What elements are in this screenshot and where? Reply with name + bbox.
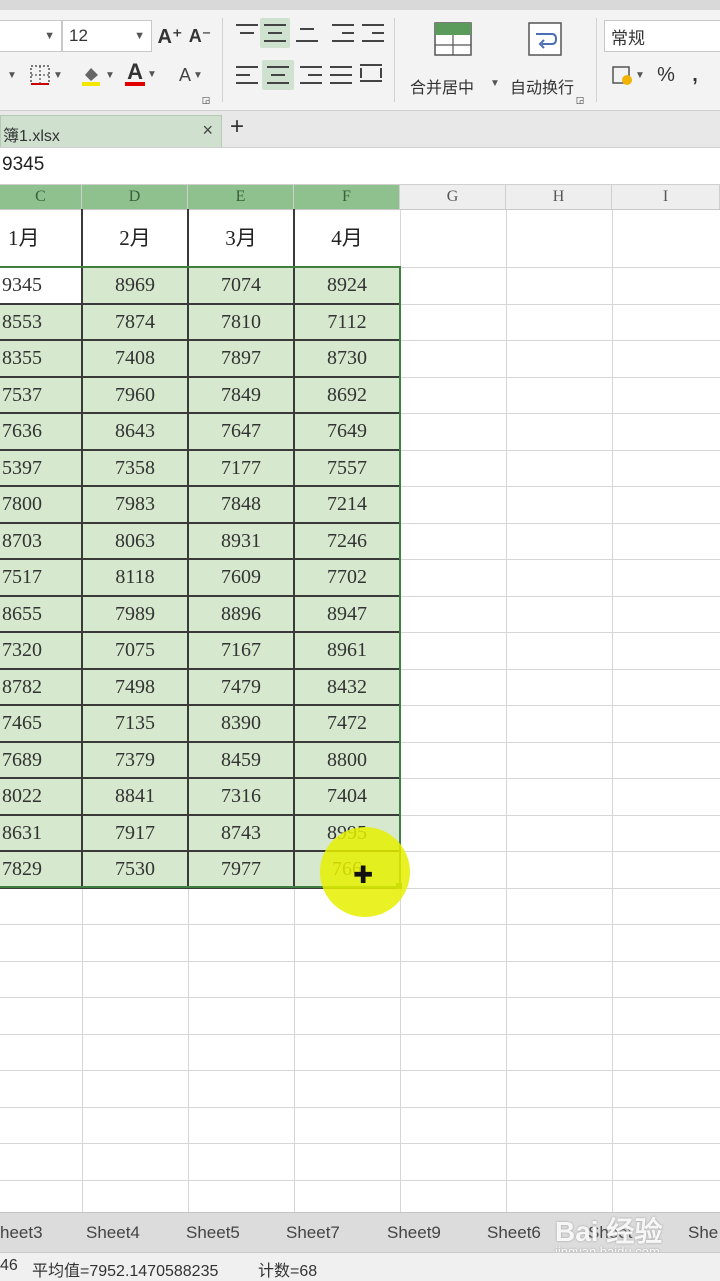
chevron-down-icon: ▼ [44, 30, 55, 42]
wrap-text-button[interactable]: 自动换行 [506, 18, 586, 102]
ribbon-separator [596, 18, 597, 102]
align-bottom-icon[interactable] [296, 28, 318, 42]
align-right-icon[interactable] [300, 66, 322, 84]
border-button[interactable]: ▼ [24, 60, 68, 90]
font-size-combo[interactable]: 12 ▼ [62, 20, 152, 52]
grow-font-button[interactable]: A⁺ [156, 22, 184, 50]
chevron-down-icon: ▼ [134, 30, 145, 42]
sheet-tab[interactable]: Sheet7 [286, 1213, 340, 1253]
file-tab[interactable]: 簿1.xlsx × [0, 115, 222, 147]
font-size-value: 12 [69, 26, 88, 45]
spreadsheet-grid[interactable]: CDEFGHI 1月 2月 3月 4月 9345 8969 7074 8924 8553 7874… [0, 185, 720, 1212]
gridline-horizontal [0, 1180, 720, 1181]
chevron-down-icon: ▼ [53, 69, 63, 81]
ribbon-separator [222, 18, 223, 102]
table-header-cell[interactable]: 2月 [82, 209, 188, 267]
comma-style-button[interactable]: , [684, 60, 706, 90]
gridline-horizontal [0, 1143, 720, 1144]
status-average: 平均值=7952.1470588235 [32, 1263, 219, 1280]
file-tab-name: 簿1.xlsx [3, 128, 60, 145]
distributed-icon[interactable] [360, 64, 382, 82]
red-bar-icon [125, 82, 146, 86]
shrink-font-button[interactable]: A⁻ [186, 22, 214, 50]
chevron-down-icon: ▼ [193, 69, 203, 81]
gridline-horizontal [0, 1034, 720, 1035]
table-header-cell[interactable]: 4月 [294, 209, 400, 267]
merge-center-label: 合并居中 [410, 80, 475, 97]
gridline-horizontal [0, 997, 720, 998]
status-count: 计数=68 [258, 1263, 318, 1280]
alignment-dialog-launcher[interactable]: ◲ [574, 94, 586, 106]
gridline-horizontal [0, 961, 720, 962]
ribbon-toolbar: ▼ 12 ▼ A⁺ A⁻ ▼ ▼ ▼ A ▼ A ▼ ◲ 合并居中 ▼ 自动换行… [0, 10, 720, 111]
document-tab-bar: 簿1.xlsx × + [0, 111, 720, 148]
chevron-down-icon: ▼ [490, 78, 500, 89]
paint-bucket-icon [82, 68, 101, 86]
column-header-row: CDEFGHI [0, 185, 720, 210]
number-format-value: 常规 [611, 28, 645, 48]
number-format-combo[interactable]: 常规 [604, 20, 720, 52]
clear-format-button[interactable]: A ▼ [170, 60, 212, 90]
chevron-down-icon: ▼ [635, 69, 645, 81]
ribbon-separator [394, 18, 395, 102]
gridline-horizontal [0, 1107, 720, 1108]
underline-dropdown-button[interactable]: ▼ [0, 60, 22, 90]
wrap-text-label: 自动换行 [510, 80, 575, 97]
column-header-f[interactable]: F [294, 185, 400, 209]
table-header-cell[interactable]: 3月 [188, 209, 294, 267]
increase-indent-icon[interactable] [362, 24, 384, 42]
status-sum: 46 [0, 1257, 18, 1274]
formula-bar-value: 9345 [2, 154, 45, 175]
column-header-e[interactable]: E [188, 185, 294, 209]
percent-button[interactable]: % [652, 60, 680, 90]
column-header-h[interactable]: H [506, 185, 612, 209]
status-bar: 46 平均值=7952.1470588235 计数=68 [0, 1252, 720, 1281]
align-middle-icon [264, 24, 286, 42]
gridline-horizontal [0, 1070, 720, 1071]
align-center-icon [267, 66, 289, 84]
font-color-letter: A [127, 59, 143, 84]
sheet-tab[interactable]: Sheet9 [387, 1213, 441, 1253]
wrap-text-icon [528, 22, 562, 56]
font-name-combo[interactable]: ▼ [0, 20, 62, 52]
align-center-button[interactable] [262, 60, 294, 90]
table-header-cell[interactable]: 1月 [0, 209, 82, 267]
merge-cells-icon [434, 22, 472, 56]
merge-center-button[interactable]: 合并居中 ▼ [404, 18, 500, 102]
column-header-c[interactable]: C [0, 185, 82, 209]
column-header-g[interactable]: G [400, 185, 506, 209]
border-grid-icon [30, 65, 50, 85]
sheet-tab[interactable]: Sheet6 [487, 1213, 541, 1253]
close-icon[interactable]: × [202, 120, 213, 141]
align-top-icon[interactable] [236, 24, 258, 42]
chevron-down-icon: ▼ [105, 69, 115, 81]
align-middle-button[interactable] [260, 18, 290, 48]
gridline-horizontal [0, 924, 720, 925]
selection-border [0, 266, 401, 888]
currency-icon [612, 66, 633, 85]
justify-icon[interactable] [330, 66, 352, 84]
column-header-d[interactable]: D [82, 185, 188, 209]
formula-bar[interactable]: 9345 [0, 148, 720, 185]
sheet-tab[interactable]: Sheet5 [186, 1213, 240, 1253]
new-tab-button[interactable]: + [230, 113, 244, 141]
fill-color-button[interactable]: ▼ [76, 60, 118, 90]
sheet-tab[interactable]: heet3 [0, 1213, 43, 1253]
column-header-i[interactable]: I [612, 185, 720, 209]
decrease-indent-icon[interactable] [332, 24, 354, 42]
cross-cursor-icon: ✚ [353, 862, 374, 889]
align-left-icon[interactable] [236, 66, 258, 84]
eraser-icon: A [179, 64, 192, 85]
sheet-tab[interactable]: She [688, 1213, 718, 1253]
currency-format-button[interactable]: ▼ [606, 60, 650, 90]
font-color-button[interactable]: A ▼ [120, 58, 162, 90]
sheet-tab[interactable]: Sheet4 [86, 1213, 140, 1253]
top-tab-strip [0, 0, 720, 10]
chevron-down-icon: ▼ [7, 69, 17, 81]
font-dialog-launcher[interactable]: ◲ [200, 94, 212, 106]
chevron-down-icon: ▼ [147, 68, 157, 80]
